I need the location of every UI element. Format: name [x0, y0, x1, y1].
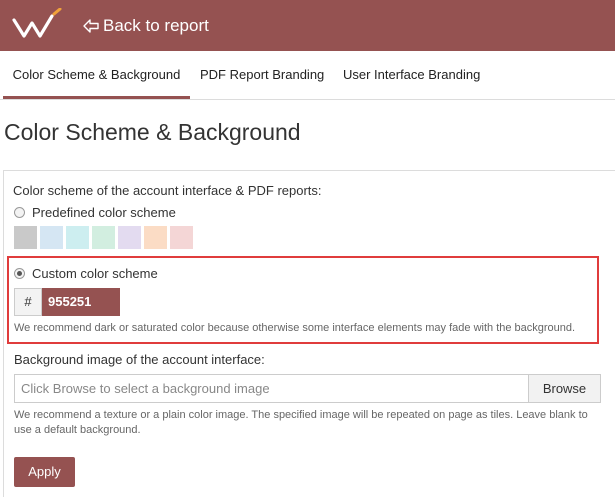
hex-color-input[interactable] [42, 288, 120, 316]
color-swatch[interactable] [118, 226, 141, 249]
color-swatch[interactable] [14, 226, 37, 249]
predefined-scheme-label: Predefined color scheme [32, 205, 176, 220]
hex-prefix: # [14, 288, 42, 316]
back-link-label: Back to report [103, 16, 209, 35]
custom-scheme-label: Custom color scheme [32, 266, 158, 281]
color-hint: We recommend dark or saturated color bec… [14, 322, 576, 334]
back-to-report-link[interactable]: Back to report [82, 14, 209, 38]
tab-pdf-report-branding[interactable]: PDF Report Branding [200, 51, 324, 97]
color-swatch[interactable] [144, 226, 167, 249]
predefined-scheme-option[interactable]: Predefined color scheme [14, 205, 176, 220]
background-image-input[interactable] [14, 374, 529, 403]
back-arrow-icon [82, 17, 100, 35]
logo[interactable] [10, 7, 64, 42]
color-swatch[interactable] [170, 226, 193, 249]
hex-color-field: # [14, 288, 120, 316]
color-scheme-label: Color scheme of the account interface & … [13, 183, 322, 198]
custom-scheme-radio[interactable] [14, 268, 25, 279]
page-title: Color Scheme & Background [4, 119, 301, 145]
tab-color-scheme[interactable]: Color Scheme & Background [3, 51, 190, 99]
settings-tabs: Color Scheme & Background PDF Report Bra… [0, 51, 615, 100]
top-bar: Back to report [0, 0, 615, 51]
apply-button[interactable]: Apply [14, 457, 75, 487]
tab-user-interface-branding[interactable]: User Interface Branding [343, 51, 480, 97]
background-image-label: Background image of the account interfac… [14, 352, 265, 367]
custom-scheme-option[interactable]: Custom color scheme [14, 266, 158, 281]
predefined-swatches [14, 226, 196, 249]
predefined-scheme-radio[interactable] [14, 207, 25, 218]
color-swatch[interactable] [40, 226, 63, 249]
color-swatch[interactable] [92, 226, 115, 249]
background-hint: We recommend a texture or a plain color … [14, 409, 588, 436]
browse-button[interactable]: Browse [528, 374, 601, 403]
color-swatch[interactable] [66, 226, 89, 249]
